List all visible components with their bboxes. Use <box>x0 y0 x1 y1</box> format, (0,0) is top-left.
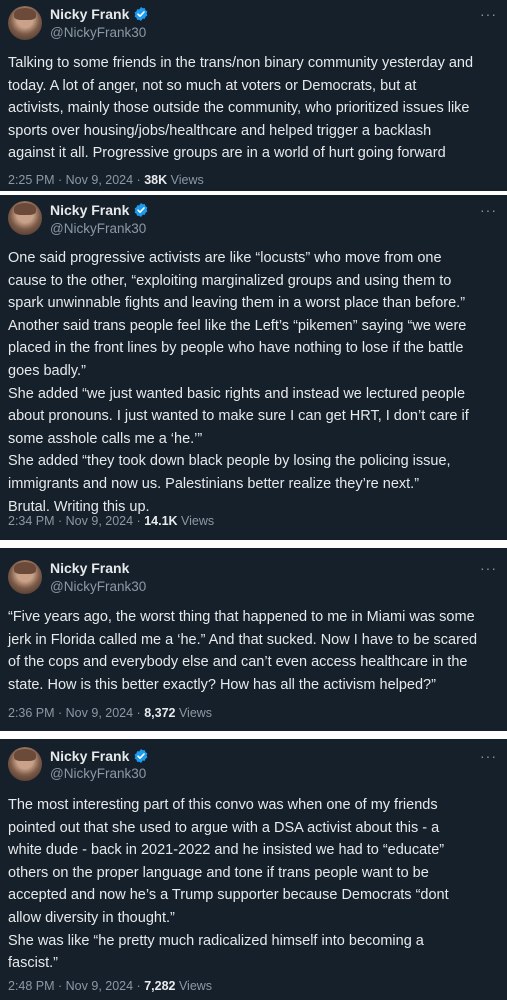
text-line: pointed out that she used to argue with … <box>8 819 440 836</box>
text-line: about pronouns. I just wanted to make su… <box>8 408 469 425</box>
author-handle[interactable]: @NickyFrank30 <box>50 25 146 40</box>
tweet-meta: 2:36 PM · Nov 9, 2024 · 8,372 Views <box>8 706 212 720</box>
text-line: She added “they took down black people b… <box>8 453 451 470</box>
text-line: fascist.” <box>8 955 58 972</box>
text-line: activists, mainly those outside the comm… <box>8 100 470 117</box>
text-line: The most interesting part of this convo … <box>8 797 438 813</box>
text-line: some asshole calls me a ‘he.’” <box>8 430 203 447</box>
avatar[interactable] <box>8 560 42 594</box>
views-count: 7,282 <box>144 979 176 993</box>
verified-badge-icon <box>135 7 148 21</box>
verified-badge-icon <box>135 203 148 217</box>
text-line: allow diversity in thought.” <box>8 909 175 926</box>
author-handle[interactable]: @NickyFrank30 <box>50 766 146 781</box>
text-line: placed in the front lines by people who … <box>8 340 464 357</box>
timestamp[interactable]: 2:48 PM · Nov 9, 2024 · <box>8 979 144 993</box>
text-line: goes badly.” <box>8 362 86 379</box>
tweet-meta: 2:34 PM · Nov 9, 2024 · 14.1K Views <box>8 514 214 528</box>
text-line: against it all. Progressive groups are i… <box>8 145 446 162</box>
tweet-meta: 2:25 PM · Nov 9, 2024 · 38K Views <box>8 173 204 187</box>
text-line: state. How is this better exactly? How h… <box>8 676 436 693</box>
text-line: One said progressive activists are like … <box>8 250 442 266</box>
timestamp[interactable]: 2:36 PM · Nov 9, 2024 · <box>8 706 144 720</box>
avatar[interactable] <box>8 201 42 235</box>
text-line: Another said trans people feel like the … <box>8 317 467 334</box>
views-count: 8,372 <box>144 706 176 720</box>
more-icon[interactable]: ··· <box>480 560 497 576</box>
more-icon[interactable]: ··· <box>480 748 497 764</box>
author-name[interactable]: Nicky Frank <box>50 560 129 576</box>
tweet-3[interactable]: Nicky Frank @NickyFrank30 ··· “Five year… <box>0 548 507 731</box>
text-line: others on the proper language and tone i… <box>8 864 429 881</box>
tweet-text: One said progressive activists are like … <box>8 247 501 518</box>
text-line: today. A lot of anger, not so much at vo… <box>8 77 417 94</box>
views-label: Views <box>175 979 213 993</box>
text-line: sports over housing/jobs/healthcare and … <box>8 122 432 139</box>
author-name[interactable]: Nicky Frank <box>50 6 149 22</box>
tweet-meta: 2:48 PM · Nov 9, 2024 · 7,282 Views <box>8 979 212 993</box>
author-handle[interactable]: @NickyFrank30 <box>50 579 146 594</box>
text-line: of the cops and everybody else and can’t… <box>8 654 468 671</box>
tweet-text: Talking to some friends in the trans/non… <box>8 52 501 165</box>
text-line: immigrants and now us. Palestinians bett… <box>8 475 420 492</box>
avatar[interactable] <box>8 747 42 781</box>
verified-badge-icon <box>135 749 148 763</box>
text-line: white dude - back in 2021-2022 and he in… <box>8 842 445 859</box>
text-line: jerk in Florida called me a ‘he.” And th… <box>8 631 478 648</box>
author-name[interactable]: Nicky Frank <box>50 202 149 218</box>
text-line: She added “we just wanted basic rights a… <box>8 385 466 402</box>
text-line: Talking to some friends in the trans/non… <box>8 55 474 71</box>
author-handle[interactable]: @NickyFrank30 <box>50 221 146 236</box>
author-name[interactable]: Nicky Frank <box>50 748 149 764</box>
timestamp[interactable]: 2:34 PM · Nov 9, 2024 · <box>8 514 144 528</box>
views-label: Views <box>177 514 215 528</box>
avatar[interactable] <box>8 6 42 40</box>
text-line: accepted and now he’s a Trump supporter … <box>8 887 449 904</box>
timestamp[interactable]: 2:25 PM · Nov 9, 2024 · <box>8 173 144 187</box>
views-count: 14.1K <box>144 514 178 528</box>
text-line: She was like “he pretty much radicalized… <box>8 932 424 949</box>
tweet-4[interactable]: Nicky Frank @NickyFrank30 ··· The most i… <box>0 739 507 1000</box>
views-label: Views <box>167 173 204 187</box>
tweet-text: “Five years ago, the worst thing that ha… <box>8 606 501 696</box>
text-line: “Five years ago, the worst thing that ha… <box>8 609 475 625</box>
tweet-text: The most interesting part of this convo … <box>8 794 501 975</box>
more-icon[interactable]: ··· <box>480 6 497 22</box>
tweet-2[interactable]: Nicky Frank @NickyFrank30 ··· One said p… <box>0 195 507 540</box>
tweet-1[interactable]: Nicky Frank @NickyFrank30 ··· Talking to… <box>0 0 507 191</box>
views-label: Views <box>175 706 213 720</box>
text-line: spark unwinnable fights and leaving them… <box>8 295 466 312</box>
more-icon[interactable]: ··· <box>480 202 497 218</box>
views-count: 38K <box>144 173 168 187</box>
text-line: cause to the other, “exploiting marginal… <box>8 272 452 289</box>
